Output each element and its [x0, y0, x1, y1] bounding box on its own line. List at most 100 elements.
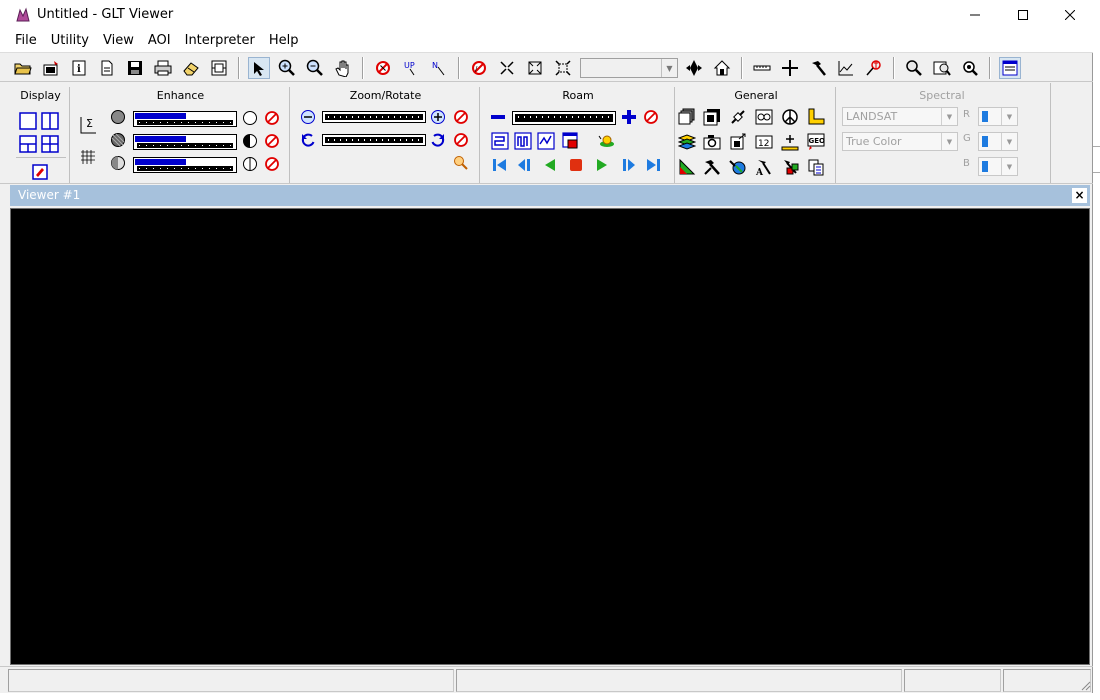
composite-select[interactable]: True Color ▼	[842, 132, 958, 151]
copy-icon[interactable]	[806, 157, 826, 177]
geo-icon[interactable]: GEO	[806, 132, 826, 152]
reset-roam-icon[interactable]	[641, 107, 661, 127]
link-view-icon[interactable]	[30, 162, 50, 182]
menu-interpreter[interactable]: Interpreter	[178, 30, 262, 52]
layer-stack-icon[interactable]	[677, 132, 697, 152]
hammer-icon[interactable]	[807, 57, 829, 79]
save-icon[interactable]	[124, 57, 146, 79]
close-button[interactable]	[1047, 0, 1093, 30]
chevron-down-icon[interactable]: ▼	[941, 133, 957, 150]
fit-icon[interactable]	[524, 57, 546, 79]
menu-utility[interactable]: Utility	[44, 30, 96, 52]
clear-view-icon[interactable]	[208, 57, 230, 79]
step-forward-icon[interactable]	[618, 155, 638, 175]
minimize-button[interactable]	[952, 0, 998, 30]
menu-file[interactable]: File	[8, 30, 44, 52]
reset-rotate-icon[interactable]	[451, 130, 471, 150]
resize-grip-icon[interactable]	[1079, 679, 1091, 691]
rotate-slider[interactable]	[322, 134, 426, 146]
zoom-minus-icon[interactable]	[298, 107, 318, 127]
home-icon[interactable]	[711, 57, 733, 79]
step-back-icon[interactable]	[515, 155, 535, 175]
pin-icon[interactable]	[863, 57, 885, 79]
chevron-down-icon[interactable]: ▼	[1001, 108, 1017, 125]
save-view-icon[interactable]	[702, 107, 722, 127]
path-meander-icon[interactable]	[513, 131, 533, 151]
brightness-slider[interactable]	[133, 111, 237, 127]
triangle-icon[interactable]	[677, 157, 697, 177]
split-vertical-icon[interactable]	[40, 111, 60, 131]
stop-icon[interactable]	[566, 155, 586, 175]
ruler-corner-icon[interactable]	[806, 107, 826, 127]
reset-zoom-icon[interactable]	[451, 107, 471, 127]
pixel-value-icon[interactable]: 12	[754, 132, 774, 152]
histogram-sum-icon[interactable]: Σ	[78, 115, 98, 135]
play-reverse-icon[interactable]	[540, 155, 560, 175]
contrast-slider[interactable]	[133, 134, 237, 150]
globe-tool-icon[interactable]	[728, 157, 748, 177]
expand-icon[interactable]	[552, 57, 574, 79]
reset-contrast-icon[interactable]	[262, 131, 282, 151]
print-icon[interactable]	[152, 57, 174, 79]
split-circle-icon[interactable]	[240, 154, 260, 174]
menu-aoi[interactable]: AOI	[141, 30, 178, 52]
glasses-icon[interactable]	[754, 107, 774, 127]
chevron-down-icon[interactable]: ▼	[1001, 133, 1017, 150]
eye-icon[interactable]	[959, 57, 981, 79]
color-tool-icon[interactable]	[780, 157, 800, 177]
shrink-icon[interactable]	[496, 57, 518, 79]
snail-icon[interactable]	[597, 131, 617, 151]
pan-hand-icon[interactable]	[332, 57, 354, 79]
chevron-down-icon[interactable]: ▼	[941, 108, 957, 125]
brightness-icon[interactable]	[108, 107, 128, 127]
cancel-icon[interactable]	[372, 57, 394, 79]
gamma-slider[interactable]	[133, 157, 237, 173]
roam-speed-slider[interactable]	[512, 111, 616, 125]
zoom-slider[interactable]	[322, 111, 426, 123]
new-document-icon[interactable]	[96, 57, 118, 79]
open-layer-icon[interactable]	[40, 57, 62, 79]
grid-icon[interactable]	[78, 147, 98, 167]
crosshair-icon[interactable]	[779, 57, 801, 79]
zoom-tool-icon[interactable]	[451, 153, 471, 173]
viewer-title-bar[interactable]: Viewer #1 ×	[10, 185, 1090, 206]
single-view-icon[interactable]	[18, 111, 38, 131]
rotate-left-icon[interactable]	[298, 130, 318, 150]
circle-outline-icon[interactable]	[240, 108, 260, 128]
maximize-button[interactable]	[1000, 0, 1046, 30]
layers-stack-icon[interactable]	[677, 107, 697, 127]
annotate-icon[interactable]: A	[754, 157, 774, 177]
tools-icon[interactable]	[702, 157, 722, 177]
peace-icon[interactable]	[780, 107, 800, 127]
chevron-down-icon[interactable]: ▼	[1001, 158, 1017, 175]
viewer-close-button[interactable]: ×	[1072, 188, 1087, 203]
export-icon[interactable]	[728, 132, 748, 152]
magnifier-window-icon[interactable]	[931, 57, 953, 79]
rotate-right-icon[interactable]	[428, 130, 448, 150]
quad-view-icon[interactable]	[40, 134, 60, 154]
north-up-icon[interactable]: UP	[400, 57, 422, 79]
magnifier-icon[interactable]	[903, 57, 925, 79]
skip-last-icon[interactable]	[643, 155, 663, 175]
scale-combo[interactable]: ▼	[580, 58, 678, 78]
profile-icon[interactable]	[835, 57, 857, 79]
ruler-icon[interactable]	[751, 57, 773, 79]
menu-view[interactable]: View	[96, 30, 141, 52]
sensor-select[interactable]: LANDSAT ▼	[842, 107, 958, 126]
skip-first-icon[interactable]	[490, 155, 510, 175]
path-s-icon[interactable]	[490, 131, 510, 151]
band-b-select[interactable]: ▼	[978, 157, 1018, 176]
band-r-select[interactable]: ▼	[978, 107, 1018, 126]
roam-slower-icon[interactable]	[488, 107, 508, 127]
play-icon[interactable]	[592, 155, 612, 175]
camera-icon[interactable]	[702, 132, 722, 152]
zoom-in-icon[interactable]	[276, 57, 298, 79]
half-circle-icon[interactable]	[240, 131, 260, 151]
zoom-out-icon[interactable]	[304, 57, 326, 79]
zoom-plus-icon[interactable]	[428, 107, 448, 127]
contrast-icon[interactable]	[108, 130, 128, 150]
link-icon[interactable]	[728, 107, 748, 127]
panel-icon[interactable]	[999, 57, 1021, 79]
path-line-icon[interactable]	[536, 131, 556, 151]
eraser-icon[interactable]	[180, 57, 202, 79]
